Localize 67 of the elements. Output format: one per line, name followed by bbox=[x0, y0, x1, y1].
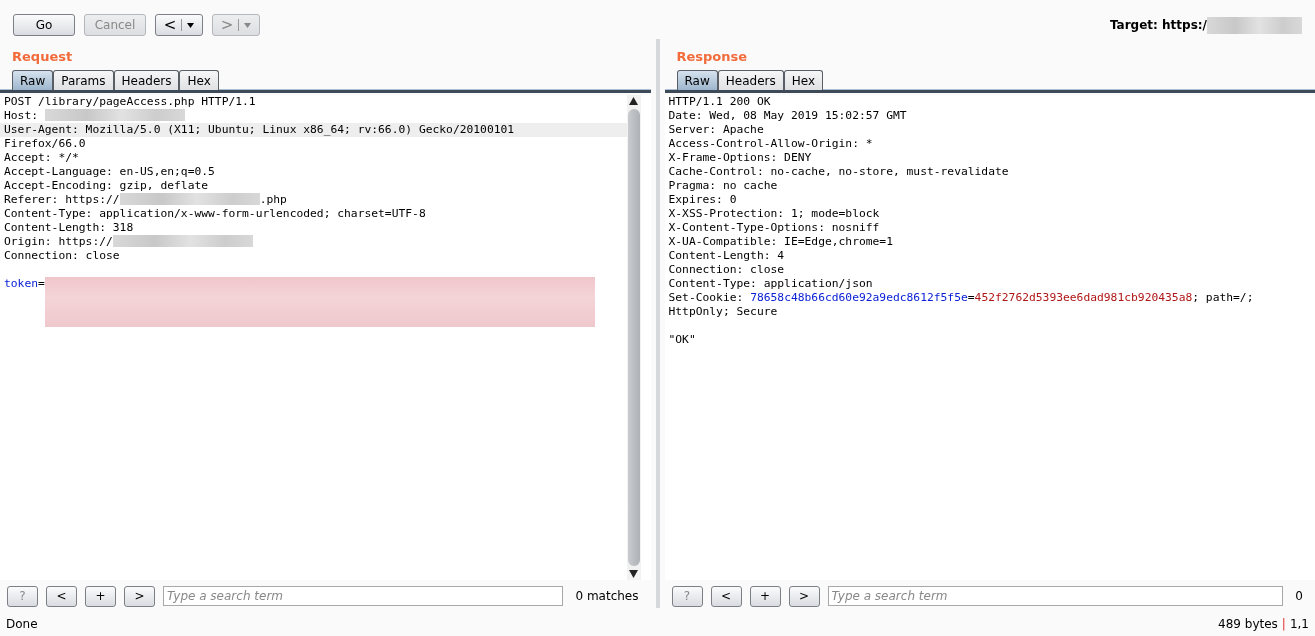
code-text: "OK" bbox=[668, 333, 696, 346]
search-nav-button[interactable]: > bbox=[124, 585, 155, 607]
code-text: Origin: https:// bbox=[4, 235, 113, 248]
panel-title: Response bbox=[675, 48, 749, 66]
byte-count: 489 bytes bbox=[1218, 617, 1278, 631]
scroll-down-icon[interactable] bbox=[629, 570, 638, 578]
code-text: Connection: close bbox=[4, 249, 120, 262]
code-text: Set-Cookie: bbox=[668, 291, 745, 304]
match-count: 0 matches bbox=[575, 589, 639, 603]
tab[interactable]: Params bbox=[53, 70, 114, 90]
code-text: X-UA-Compatible: IE=Edge,chrome=1 bbox=[668, 235, 893, 248]
toolbar-button[interactable]: Go bbox=[13, 14, 75, 36]
match-count: 0 bbox=[1295, 589, 1303, 603]
search-nav-button[interactable]: > bbox=[788, 585, 820, 607]
scroll-up-icon[interactable] bbox=[629, 97, 638, 105]
tab[interactable]: Hex bbox=[783, 70, 823, 90]
code-text: POST /library/pageAccess.php HTTP/1.1 bbox=[4, 95, 256, 108]
tab[interactable]: Headers bbox=[113, 70, 180, 90]
code-text: Server: Apache bbox=[668, 123, 764, 136]
code-text: Referer: https:// bbox=[4, 193, 120, 206]
caret-icon bbox=[187, 22, 195, 28]
param-value: 452f2762d5393ee6dad981cb920435a8 bbox=[974, 291, 1193, 304]
code-text: = bbox=[38, 277, 45, 291]
param-name: token bbox=[4, 277, 38, 291]
search-nav-button[interactable]: < bbox=[46, 585, 77, 607]
code-text: Content-Type: application/x-www-form-urlencoded; charset=UTF-8 bbox=[4, 207, 426, 220]
status-text: Done bbox=[6, 617, 38, 631]
target-label: Target: https:/ bbox=[1109, 18, 1207, 32]
search-field[interactable]: Type a search term bbox=[827, 586, 1284, 606]
code-text: = bbox=[967, 291, 975, 304]
code-text: Accept: */* bbox=[4, 151, 79, 164]
search-nav-button[interactable]: + bbox=[85, 585, 116, 607]
caret-icon bbox=[244, 22, 252, 28]
code-text: Pragma: no cache bbox=[668, 179, 778, 192]
code-text: X-Content-Type-Options: nosniff bbox=[668, 221, 880, 234]
cursor-position: 1,1 bbox=[1289, 617, 1309, 631]
separator-text: | bbox=[1281, 617, 1286, 631]
code-text: Date: Wed, 08 May 2019 15:02:57 GMT bbox=[668, 109, 907, 122]
code-text: X-Frame-Options: DENY bbox=[668, 151, 812, 164]
code-text: Content-Length: 4 bbox=[668, 249, 785, 262]
code-text: ; path=/; bbox=[1192, 291, 1254, 304]
code-text: Content-Length: 318 bbox=[4, 221, 134, 234]
code-text: Host: bbox=[4, 109, 39, 122]
code-text: Cache-Control: no-cache, no-store, must-revalidate bbox=[668, 165, 1009, 178]
code-text: HTTP/1.1 200 OK bbox=[668, 95, 771, 108]
code-text: Connection: close bbox=[668, 263, 785, 276]
code-text: Content-Type: application/json bbox=[668, 277, 873, 290]
code-text: Access-Control-Allow-Origin: * bbox=[668, 137, 873, 150]
code-text: User-Agent: Mozilla/5.0 (X11; Ubuntu; Linux x86_64; rv:66.0) Gecko/20100101 bbox=[4, 123, 515, 136]
search-nav-button[interactable]: + bbox=[749, 585, 781, 607]
code-text: Firefox/66.0 bbox=[4, 137, 86, 150]
tab[interactable]: Raw bbox=[12, 70, 54, 90]
search-field[interactable]: Type a search term bbox=[163, 586, 564, 606]
panel-title: Request bbox=[11, 48, 74, 66]
param-name: 78658c48b66cd60e92a9edc8612f5f5e bbox=[750, 291, 968, 304]
code-text: Accept-Encoding: gzip, deflate bbox=[4, 179, 209, 192]
code-text: Accept-Language: en-US,en;q=0.5 bbox=[4, 165, 215, 178]
scrollbar[interactable] bbox=[626, 95, 641, 580]
history-button[interactable]: < bbox=[155, 14, 203, 36]
tab[interactable]: Hex bbox=[179, 70, 219, 90]
code-text: .php bbox=[259, 193, 287, 206]
search-nav-button[interactable]: < bbox=[710, 585, 742, 607]
code-text: HttpOnly; Secure bbox=[668, 305, 778, 318]
code-text: X-XSS-Protection: 1; mode=block bbox=[668, 207, 880, 220]
tab[interactable]: Raw bbox=[676, 70, 718, 90]
tab[interactable]: Headers bbox=[717, 70, 784, 90]
code-text: Expires: 0 bbox=[668, 193, 737, 206]
